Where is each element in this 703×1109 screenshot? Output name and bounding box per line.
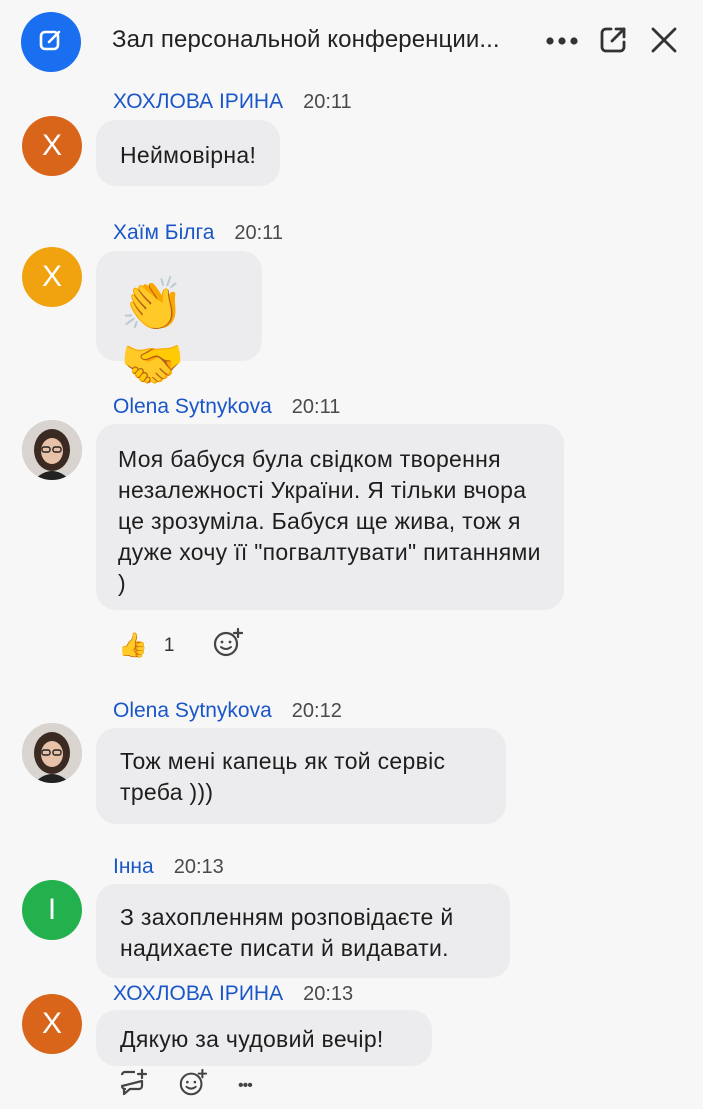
close-icon	[650, 26, 678, 59]
add-emoji-icon	[178, 1068, 208, 1103]
avatar[interactable]	[22, 420, 82, 480]
avatar[interactable]: Х	[22, 247, 82, 307]
close-button[interactable]	[644, 22, 684, 62]
reactions-bar: 👍 1	[118, 627, 244, 664]
message-meta: Хаїм Білга 20:11	[113, 221, 283, 245]
pop-out-button[interactable]	[593, 22, 633, 62]
message-time: 20:13	[173, 856, 224, 878]
sender-name[interactable]: Інна	[113, 855, 154, 879]
thumbs-up-icon: 👍	[118, 632, 148, 659]
more-horizontal-icon	[545, 33, 579, 51]
message-bubble: 👏🤝	[96, 251, 262, 394]
sender-name[interactable]: Olena Sytnykova	[113, 395, 272, 419]
sender-name[interactable]: ХОХЛОВА ІРИНА	[113, 90, 283, 114]
more-options-button[interactable]	[542, 22, 582, 62]
chat-header: Зал персональной конференции...	[0, 0, 703, 84]
user-photo-icon	[22, 723, 82, 783]
add-reaction-button[interactable]	[212, 627, 244, 664]
message-time: 20:12	[291, 700, 342, 722]
add-reaction-button[interactable]	[178, 1068, 208, 1103]
message-time: 20:11	[291, 396, 341, 418]
user-photo-icon	[22, 420, 82, 480]
message-meta: Olena Sytnykova 20:12	[113, 699, 342, 723]
message-meta: ХОХЛОВА ІРИНА 20:11	[113, 90, 352, 114]
message-meta: ХОХЛОВА ІРИНА 20:13	[113, 982, 353, 1006]
avatar[interactable]: І	[22, 880, 82, 940]
message-time: 20:11	[303, 91, 352, 113]
avatar[interactable]: Х	[22, 116, 82, 176]
reply-in-thread-button[interactable]	[118, 1068, 148, 1102]
external-link-icon	[598, 25, 628, 60]
message-bubble: Моя бабуся була свідком творення незалеж…	[96, 424, 564, 610]
message-bubble: З захопленням розповідаєте й надихаєте п…	[96, 884, 510, 978]
reaction-thumbs-up[interactable]: 👍 1	[118, 631, 174, 660]
sender-name[interactable]: Olena Sytnykova	[113, 699, 272, 723]
message-actions: •••	[118, 1068, 253, 1103]
more-horizontal-icon: •••	[238, 1076, 253, 1094]
chat-title: Зал персональной конференции...	[112, 26, 500, 53]
message-meta: Olena Sytnykova 20:11	[113, 395, 340, 419]
message-bubble: Дякую за чудовий вечір!	[96, 1010, 432, 1066]
sender-name[interactable]: ХОХЛОВА ІРИНА	[113, 982, 283, 1006]
message-bubble: Тож мені капець як той сервіс треба )))	[96, 728, 506, 824]
message-time: 20:11	[234, 222, 283, 244]
comment-add-icon	[118, 1068, 148, 1102]
add-emoji-icon	[212, 627, 244, 664]
reaction-count: 1	[163, 634, 175, 656]
message-meta: Інна 20:13	[113, 855, 224, 879]
more-actions-button[interactable]: •••	[238, 1076, 253, 1095]
message-time: 20:13	[303, 983, 354, 1005]
edit-square-icon	[38, 27, 64, 58]
message-bubble: Неймовірна!	[96, 120, 281, 186]
sender-name[interactable]: Хаїм Білга	[113, 221, 214, 245]
avatar[interactable]	[22, 723, 82, 783]
compose-button[interactable]	[21, 12, 81, 72]
avatar[interactable]: Х	[22, 994, 82, 1054]
